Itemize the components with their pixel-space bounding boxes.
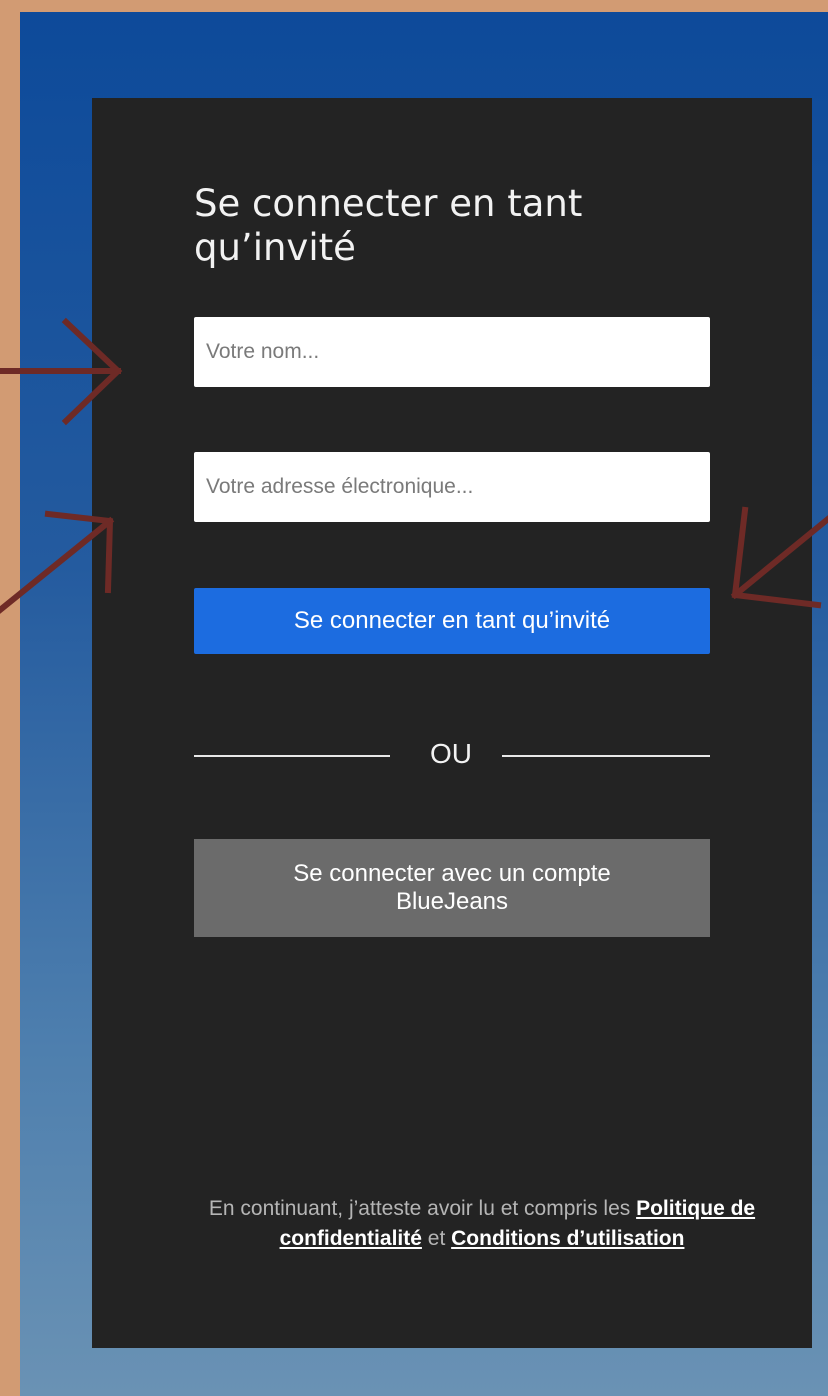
arrow-up-right-icon (0, 510, 115, 614)
arrow-right-icon (0, 317, 123, 426)
arrow-down-left-icon (730, 506, 828, 609)
annotation-arrows (0, 317, 828, 614)
